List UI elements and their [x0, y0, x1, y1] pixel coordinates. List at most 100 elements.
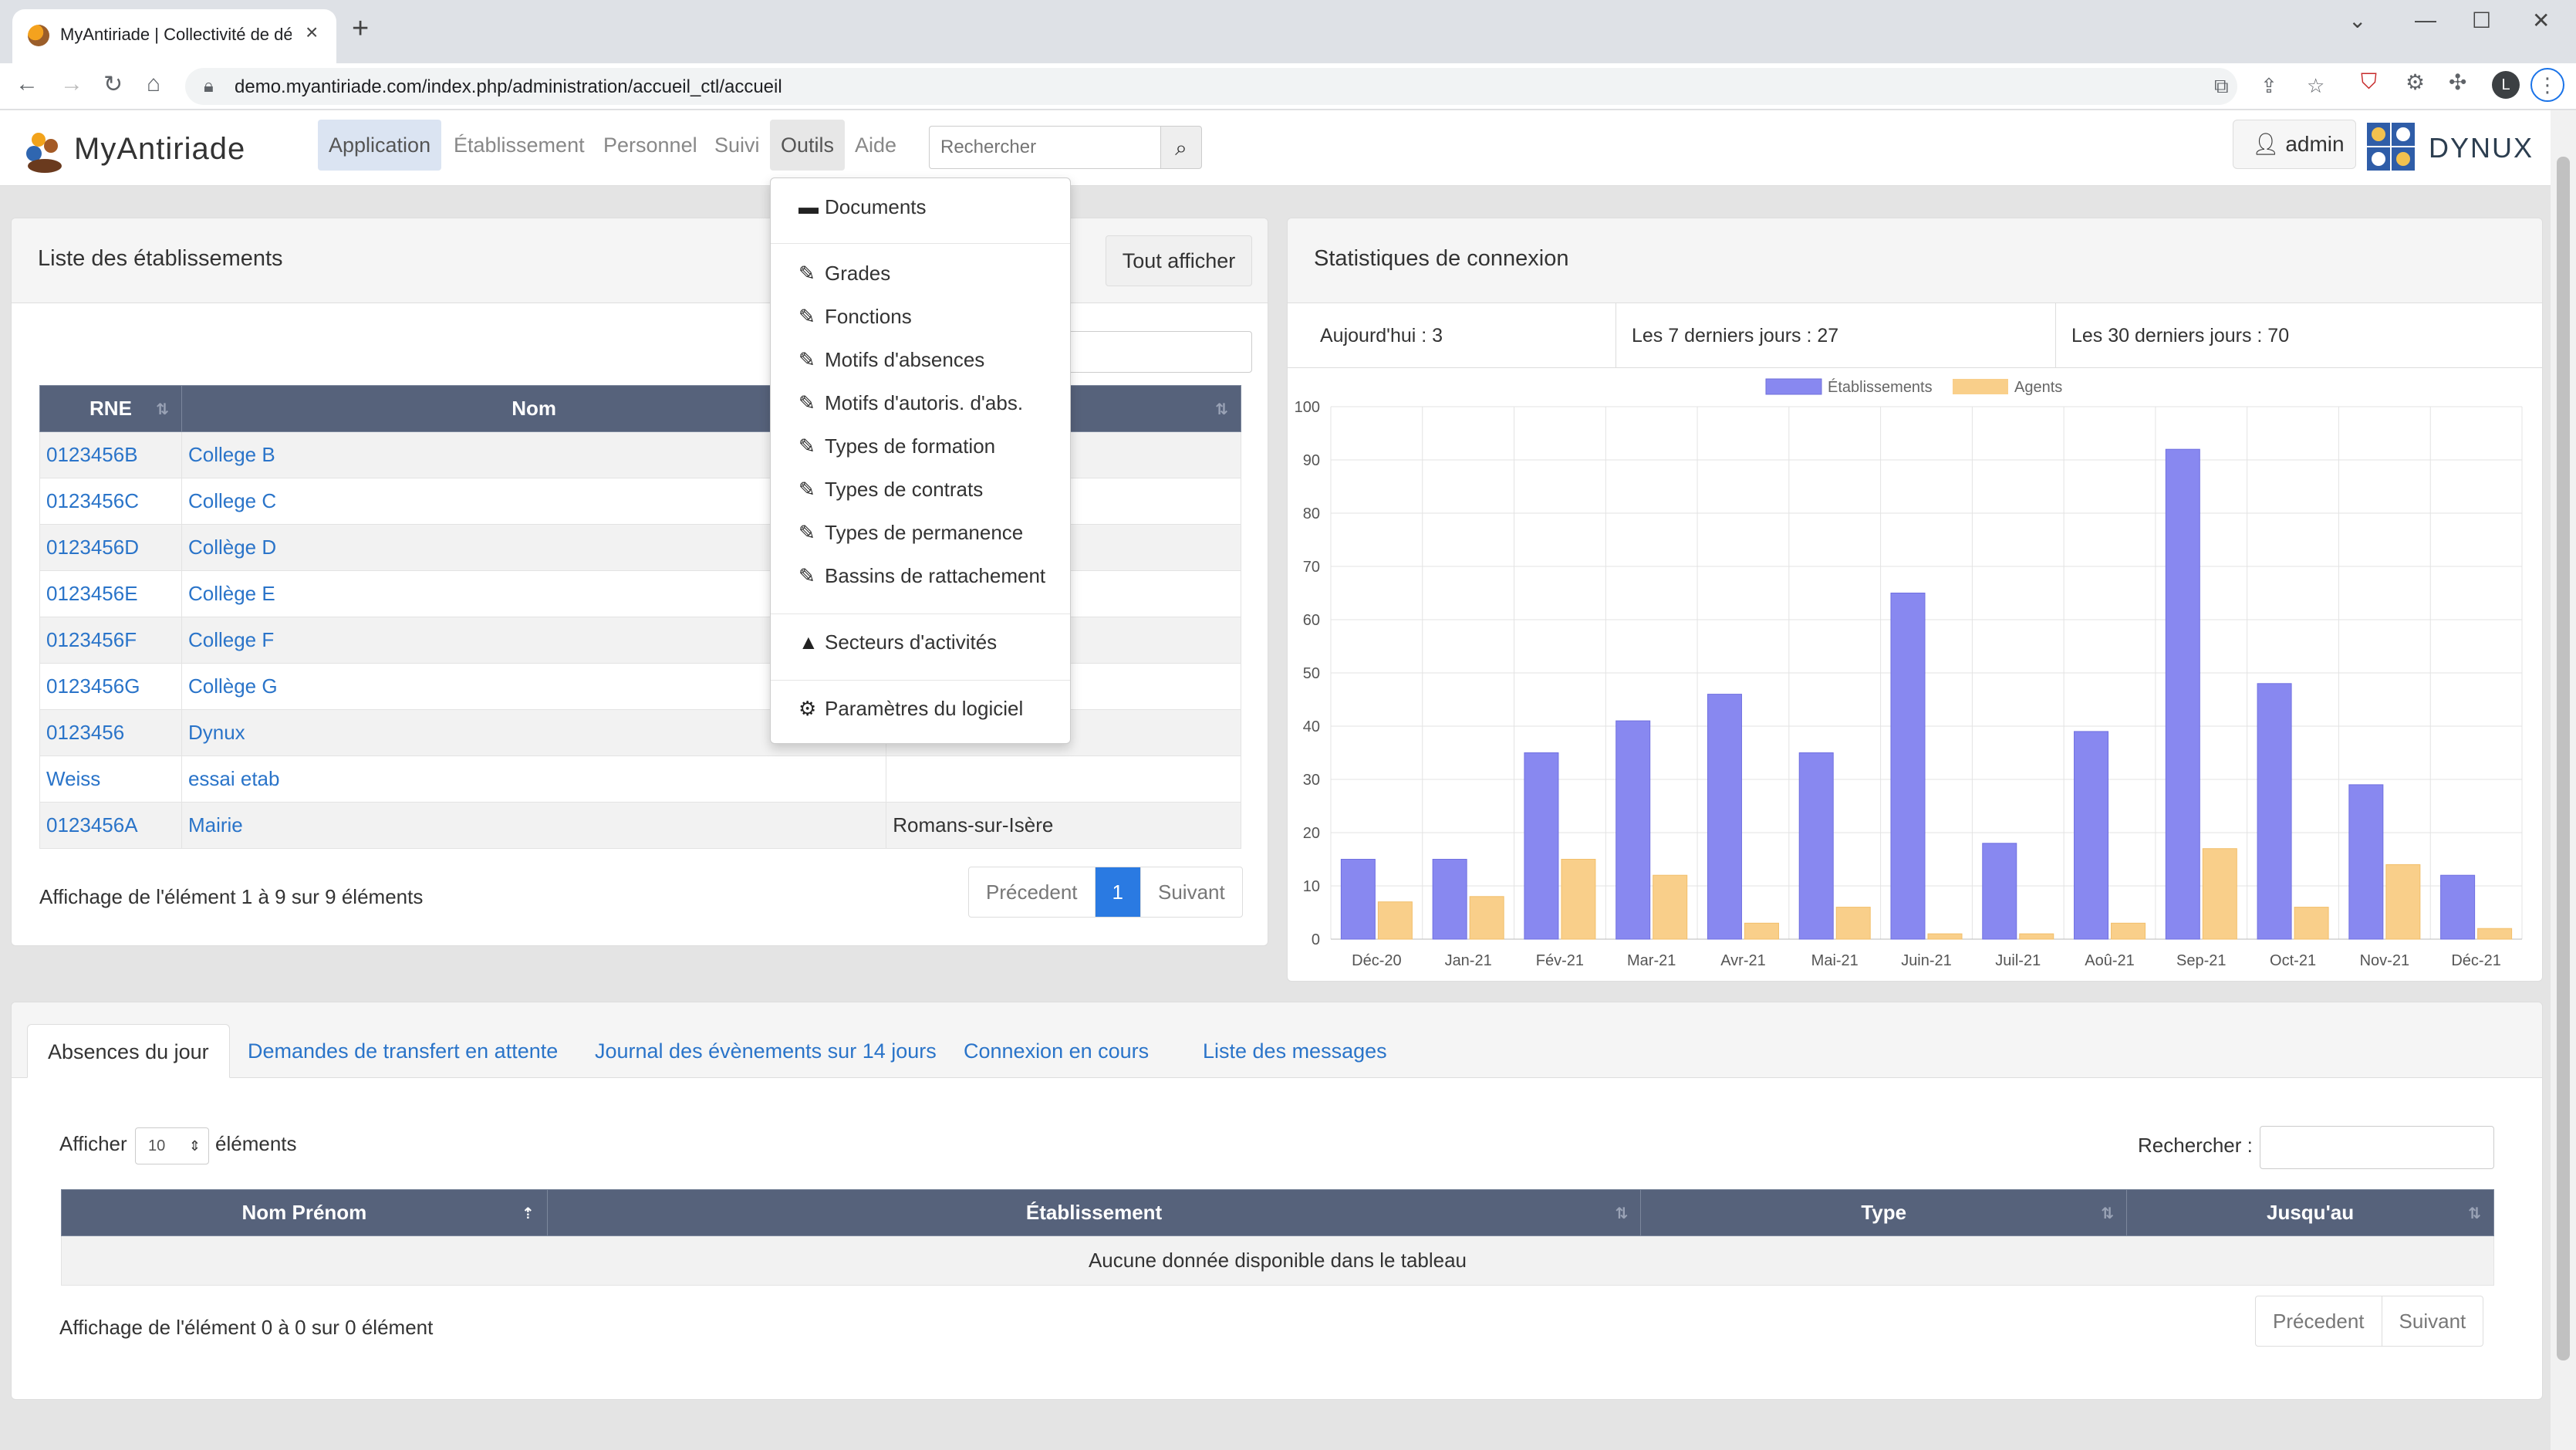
- page-scrollbar[interactable]: [2551, 110, 2576, 1450]
- back-icon[interactable]: ←: [15, 71, 39, 97]
- nav-aide[interactable]: Aide: [844, 120, 907, 171]
- nom-link[interactable]: College B: [188, 443, 275, 466]
- sort-icon[interactable]: ⇅: [2101, 1204, 2114, 1223]
- sort-icon[interactable]: ⇅: [2468, 1204, 2481, 1223]
- column-header-rne[interactable]: RNE ⇅: [39, 385, 182, 432]
- previous-page-button[interactable]: Précedent: [969, 867, 1096, 917]
- rne-link[interactable]: 0123456B: [46, 443, 138, 466]
- tab-connexion-en-cours[interactable]: Connexion en cours: [944, 1024, 1169, 1078]
- column-header-nom-prenom[interactable]: Nom Prénom ⇡: [61, 1189, 548, 1236]
- rne-cell: 0123456F: [39, 617, 182, 664]
- nav-suivi[interactable]: Suivi: [704, 120, 771, 171]
- reload-icon[interactable]: ↻: [103, 71, 123, 98]
- show-all-button[interactable]: Tout afficher: [1106, 235, 1252, 286]
- table-search-input[interactable]: [2260, 1126, 2494, 1169]
- rne-link[interactable]: 0123456C: [46, 489, 139, 512]
- sort-asc-icon[interactable]: ⇡: [522, 1204, 535, 1223]
- y-tick-label: 20: [1303, 825, 1320, 842]
- menu-item-param-tres-du-logiciel[interactable]: ⚙ Paramètres du logiciel: [798, 697, 1023, 721]
- tab-journal-evenements[interactable]: Journal des évènements sur 14 jours: [575, 1024, 957, 1078]
- tab-demandes-transfert[interactable]: Demandes de transfert en attente: [228, 1024, 578, 1078]
- nom-cell: Mairie: [181, 802, 887, 849]
- column-header-jusqu-au[interactable]: Jusqu'au ⇅: [2126, 1189, 2494, 1236]
- folder-icon: ▬: [798, 195, 819, 218]
- maximize-icon[interactable]: ☐: [2472, 8, 2491, 33]
- previous-page-button[interactable]: Précedent: [2256, 1296, 2382, 1346]
- menu-item-bassins-de-rattachement[interactable]: ✎ Bassins de rattachement: [798, 564, 1045, 588]
- browser-tab[interactable]: MyAntiriade | Collectivité de dém ×: [12, 9, 336, 63]
- tab-absences-du-jour[interactable]: Absences du jour: [27, 1024, 230, 1078]
- share-icon[interactable]: ⇪: [2260, 74, 2277, 98]
- url-bar[interactable]: 🔒︎ demo.myantiriade.com/index.php/admini…: [185, 68, 2324, 105]
- rne-link[interactable]: 0123456F: [46, 628, 137, 651]
- rne-link[interactable]: 0123456E: [46, 582, 138, 605]
- menu-item-types-de-permanence[interactable]: ✎ Types de permanence: [798, 521, 1023, 545]
- rne-link[interactable]: Weiss: [46, 767, 100, 790]
- dynux-logo[interactable]: DYNUX: [2365, 121, 2543, 172]
- menu-item-motifs-d-absences[interactable]: ✎ Motifs d'absences: [798, 348, 984, 372]
- menu-item-types-de-contrats[interactable]: ✎ Types de contrats: [798, 478, 983, 502]
- nom-link[interactable]: Mairie: [188, 813, 243, 837]
- nav-etablissement[interactable]: Établissement: [443, 120, 596, 171]
- nav-application[interactable]: Application: [318, 120, 442, 171]
- tab-liste-messages[interactable]: Liste des messages: [1183, 1024, 1407, 1078]
- rne-link[interactable]: 0123456: [46, 721, 124, 744]
- profile-avatar[interactable]: L: [2492, 71, 2520, 99]
- etablissements-panel: Liste des établissements Tout afficher R…: [11, 218, 1268, 946]
- nom-link[interactable]: College C: [188, 489, 276, 512]
- user-menu-button[interactable]: 👤︎ admin: [2233, 120, 2356, 169]
- rne-link[interactable]: 0123456G: [46, 674, 140, 698]
- puzzle-extensions-icon[interactable]: ✣: [2449, 69, 2466, 95]
- lock-icon[interactable]: 🔒︎: [204, 76, 214, 97]
- page-1-button[interactable]: 1: [1095, 867, 1141, 917]
- nav-outils[interactable]: Outils: [770, 120, 846, 171]
- page-size-select[interactable]: 10 ⇕: [135, 1127, 209, 1164]
- browser-menu-icon[interactable]: ⋮: [2530, 68, 2564, 102]
- sort-icon[interactable]: ⇅: [156, 400, 169, 419]
- navbar-search[interactable]: [929, 126, 1160, 169]
- nom-link[interactable]: College F: [188, 628, 274, 651]
- navbar-search-input[interactable]: [930, 127, 1160, 168]
- nom-link[interactable]: essai etab: [188, 767, 280, 790]
- search-button[interactable]: ⌕: [1160, 126, 1202, 169]
- column-header-etablissement[interactable]: Établissement ⇅: [546, 1189, 1642, 1236]
- rne-link[interactable]: 0123456A: [46, 813, 138, 837]
- bar-agents: [2111, 922, 2146, 940]
- sort-icon[interactable]: ⇅: [1615, 1204, 1629, 1223]
- close-tab-icon[interactable]: ×: [306, 20, 318, 45]
- menu-item-secteurs-d-activit-s[interactable]: ▲ Secteurs d'activités: [798, 630, 997, 654]
- menu-item-motifs-d-autoris-d-abs[interactable]: ✎ Motifs d'autoris. d'abs.: [798, 391, 1023, 415]
- column-header-type[interactable]: Type ⇅: [1640, 1189, 2128, 1236]
- menu-item-types-de-formation[interactable]: ✎ Types de formation: [798, 434, 995, 458]
- nom-link[interactable]: Collège G: [188, 674, 278, 698]
- ublock-extension-icon[interactable]: ⛉: [2361, 69, 2377, 95]
- url-text[interactable]: demo.myantiriade.com/index.php/administr…: [235, 76, 782, 98]
- nom-link[interactable]: Collège D: [188, 536, 276, 559]
- bar-etablissements: [1340, 859, 1376, 940]
- open-external-icon[interactable]: ⧉: [2214, 74, 2229, 99]
- rne-link[interactable]: 0123456D: [46, 536, 139, 559]
- logo-text: MyAntiriade: [74, 132, 246, 166]
- next-page-button[interactable]: Suivant: [2382, 1296, 2483, 1346]
- menu-item-documents[interactable]: ▬ Documents: [798, 195, 927, 219]
- next-page-button[interactable]: Suivant: [1141, 867, 1242, 917]
- forward-icon[interactable]: →: [60, 71, 83, 97]
- home-icon[interactable]: ⌂: [147, 71, 160, 97]
- extension-icon[interactable]: ⚙: [2406, 69, 2425, 95]
- table-info: Affichage de l'élément 1 à 9 sur 9 éléme…: [39, 885, 424, 908]
- myantiriade-logo[interactable]: MyAntiriade: [22, 124, 307, 173]
- menu-item-fonctions[interactable]: ✎ Fonctions: [798, 305, 912, 329]
- sort-icon[interactable]: ⇅: [1215, 400, 1228, 419]
- menu-item-grades[interactable]: ✎ Grades: [798, 262, 890, 286]
- bar-agents: [1927, 933, 1963, 940]
- bookmark-star-icon[interactable]: ☆: [2307, 74, 2324, 98]
- etablissements-filter-input[interactable]: [1044, 331, 1252, 373]
- new-tab-icon[interactable]: +: [352, 14, 369, 43]
- nav-personnel[interactable]: Personnel: [593, 120, 708, 171]
- close-window-icon[interactable]: ✕: [2532, 8, 2550, 33]
- nom-link[interactable]: Collège E: [188, 582, 275, 605]
- minimize-icon[interactable]: —: [2415, 8, 2436, 32]
- nom-link[interactable]: Dynux: [188, 721, 245, 744]
- tab-search-icon[interactable]: ⌄: [2348, 8, 2366, 33]
- scrollbar-thumb[interactable]: [2557, 157, 2570, 1360]
